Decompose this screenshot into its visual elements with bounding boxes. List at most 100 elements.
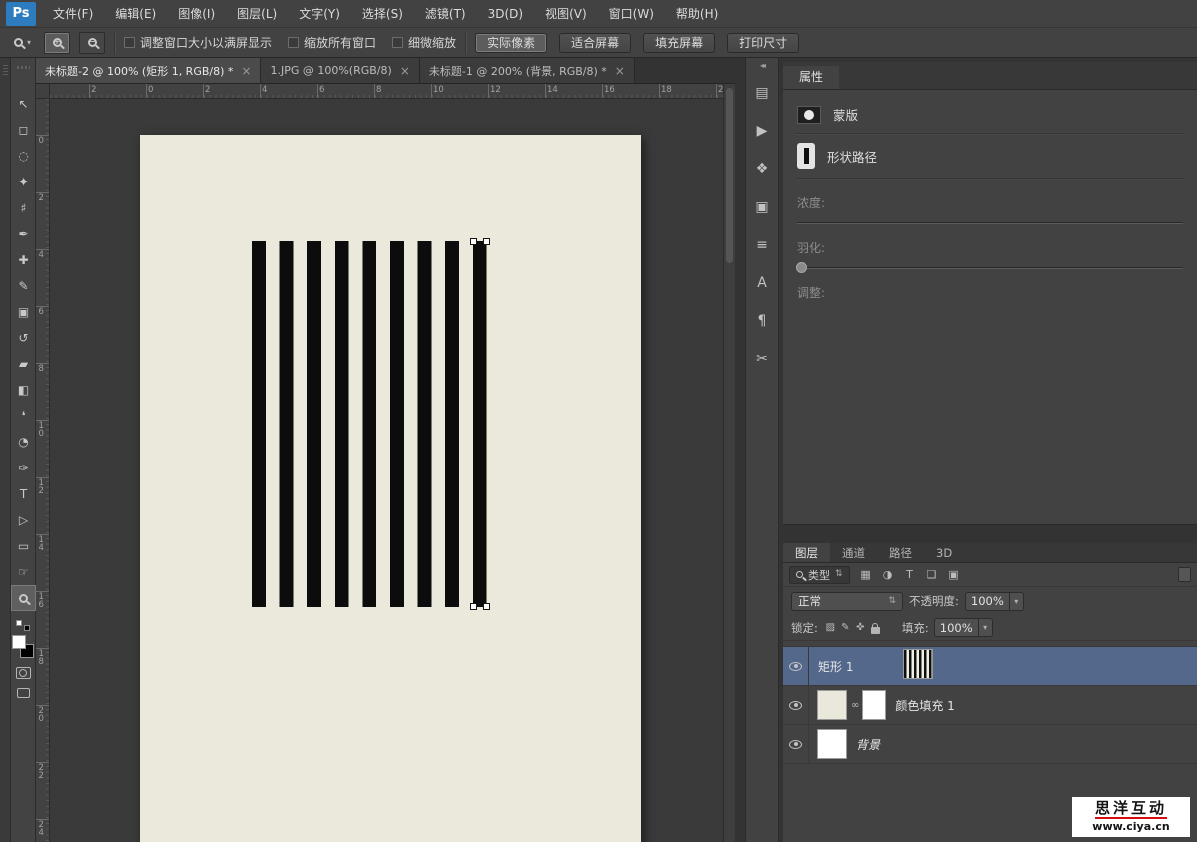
type-tool[interactable]: T: [11, 481, 36, 507]
eyedropper-tool[interactable]: ✒: [11, 221, 36, 247]
screen-mode-icon[interactable]: [17, 688, 30, 698]
layer-comps-panel-icon[interactable]: ≡: [746, 226, 778, 264]
chevron-down-icon[interactable]: ▾: [978, 619, 992, 636]
actual-pixels-button[interactable]: 实际像素: [475, 33, 547, 53]
lasso-tool[interactable]: ◌: [11, 143, 36, 169]
layer-thumbnail[interactable]: [903, 649, 933, 679]
menu-item-type[interactable]: 文字(Y): [288, 0, 351, 28]
menu-item-view[interactable]: 视图(V): [534, 0, 598, 28]
zoom-tool[interactable]: [11, 585, 36, 611]
layer-filter-toggle[interactable]: [1178, 567, 1191, 582]
scrubby-zoom-checkbox[interactable]: 细微缩放: [392, 34, 456, 51]
brush-tool[interactable]: ✎: [11, 273, 36, 299]
lock-position-icon[interactable]: ✜: [853, 622, 868, 633]
clone-source-panel-icon[interactable]: ▣: [746, 188, 778, 226]
path-anchor-handle[interactable]: [470, 603, 477, 610]
character-panel-icon[interactable]: A: [746, 264, 778, 302]
vertical-scrollbar[interactable]: [723, 84, 735, 842]
menu-item-image[interactable]: 图像(I): [167, 0, 226, 28]
layer-row-background[interactable]: 背景: [783, 725, 1197, 764]
fill-screen-button[interactable]: 填充屏幕: [643, 33, 715, 53]
menu-item-filter[interactable]: 滤镜(T): [414, 0, 477, 28]
tab-paths[interactable]: 路径: [877, 543, 924, 562]
quick-mask-icon[interactable]: [16, 667, 31, 679]
path-selection-tool[interactable]: ▷: [11, 507, 36, 533]
opacity-field[interactable]: 100% ▾: [965, 592, 1024, 611]
path-anchor-handle[interactable]: [483, 603, 490, 610]
print-size-button[interactable]: 打印尺寸: [727, 33, 799, 53]
foreground-color-swatch[interactable]: [12, 635, 26, 649]
tool-presets-panel-icon[interactable]: ✂: [746, 340, 778, 378]
tab-properties[interactable]: 属性: [783, 66, 839, 89]
menu-item-help[interactable]: 帮助(H): [665, 0, 729, 28]
menu-item-edit[interactable]: 编辑(E): [104, 0, 167, 28]
eye-icon[interactable]: [789, 662, 802, 671]
resize-windows-checkbox[interactable]: 调整窗口大小以满屏显示: [124, 34, 272, 51]
layer-thumbnail[interactable]: [817, 729, 847, 759]
vertical-ruler[interactable]: 024681 01 21 41 61 82 02 22 4: [36, 99, 50, 842]
menu-item-file[interactable]: 文件(F): [42, 0, 104, 28]
zoom-in-button[interactable]: +: [44, 32, 70, 54]
scrollbar-thumb[interactable]: [726, 88, 733, 263]
blur-tool[interactable]: ❛: [11, 403, 36, 429]
crop-tool[interactable]: ♯: [11, 195, 36, 221]
filter-pixel-layers-icon[interactable]: ▦: [856, 568, 876, 581]
lock-transparent-pixels-icon[interactable]: ▨: [823, 622, 838, 633]
dodge-tool[interactable]: ◔: [11, 429, 36, 455]
pen-tool[interactable]: ✑: [11, 455, 36, 481]
path-anchor-handle[interactable]: [483, 238, 490, 245]
eye-icon[interactable]: [789, 740, 802, 749]
horizontal-ruler[interactable]: 202468101214161820: [50, 84, 723, 99]
document-tab-3[interactable]: 未标题-1 @ 200% (背景, RGB/8) *×: [420, 58, 635, 83]
tab-close-icon[interactable]: ×: [615, 65, 625, 77]
fit-screen-button[interactable]: 适合屏幕: [559, 33, 631, 53]
menu-item-select[interactable]: 选择(S): [351, 0, 414, 28]
healing-brush-tool[interactable]: ✚: [11, 247, 36, 273]
layer-filter-kind-dropdown[interactable]: 类型 ⇅: [789, 566, 850, 584]
tab-channels[interactable]: 通道: [830, 543, 877, 562]
layer-row-color-fill-1[interactable]: ∞颜色填充 1: [783, 686, 1197, 725]
brush-panel-icon[interactable]: ❖: [746, 150, 778, 188]
layer-row-rectangle-1[interactable]: 矩形 1: [783, 647, 1197, 686]
zoom-all-windows-checkbox[interactable]: 缩放所有窗口: [288, 34, 376, 51]
default-swap-colors-icon[interactable]: [16, 620, 30, 631]
path-anchor-handle[interactable]: [470, 238, 477, 245]
filter-shape-layers-icon[interactable]: ❏: [922, 568, 942, 581]
move-tool[interactable]: ↖: [11, 91, 36, 117]
eye-icon[interactable]: [789, 701, 802, 710]
document-tab-1[interactable]: 未标题-2 @ 100% (矩形 1, RGB/8) *×: [36, 58, 261, 83]
filter-adjustment-layers-icon[interactable]: ◑: [878, 568, 898, 581]
tab-layers[interactable]: 图层: [783, 543, 830, 562]
rectangle-tool[interactable]: ▭: [11, 533, 36, 559]
quick-selection-tool[interactable]: ✦: [11, 169, 36, 195]
clone-stamp-tool[interactable]: ▣: [11, 299, 36, 325]
expand-panels-icon[interactable]: ◂◂: [746, 58, 778, 74]
gradient-tool[interactable]: ◧: [11, 377, 36, 403]
filter-smart-objects-icon[interactable]: ▣: [944, 568, 964, 581]
eraser-tool[interactable]: ▰: [11, 351, 36, 377]
document-tab-2[interactable]: 1.JPG @ 100%(RGB/8)×: [261, 58, 419, 83]
zoom-out-button[interactable]: −: [79, 32, 105, 54]
zoom-tool-badge[interactable]: ▾: [10, 36, 35, 49]
tab-close-icon[interactable]: ×: [241, 65, 251, 77]
hand-tool[interactable]: ☞: [11, 559, 36, 585]
canvas-viewport[interactable]: [50, 99, 723, 842]
filter-type-layers-icon[interactable]: T: [900, 568, 920, 581]
menu-item-3d[interactable]: 3D(D): [477, 0, 534, 28]
marquee-tool[interactable]: ◻: [11, 117, 36, 143]
menu-item-layer[interactable]: 图层(L): [226, 0, 288, 28]
history-brush-tool[interactable]: ↺: [11, 325, 36, 351]
fill-field[interactable]: 100% ▾: [934, 618, 993, 637]
document-canvas[interactable]: [140, 135, 641, 842]
chevron-down-icon[interactable]: ▾: [1009, 593, 1023, 610]
lock-image-pixels-icon[interactable]: ✎: [838, 622, 853, 633]
tab-3d[interactable]: 3D: [924, 543, 964, 562]
layer-mask-thumbnail[interactable]: [862, 690, 886, 720]
layer-thumbnail[interactable]: [817, 690, 847, 720]
tab-close-icon[interactable]: ×: [400, 65, 410, 77]
color-swatches[interactable]: [12, 635, 34, 658]
menu-item-window[interactable]: 窗口(W): [598, 0, 665, 28]
lock-all-icon[interactable]: [871, 627, 880, 634]
swatches-panel-icon[interactable]: ▤: [746, 74, 778, 112]
blend-mode-dropdown[interactable]: 正常 ⇅: [791, 592, 903, 611]
